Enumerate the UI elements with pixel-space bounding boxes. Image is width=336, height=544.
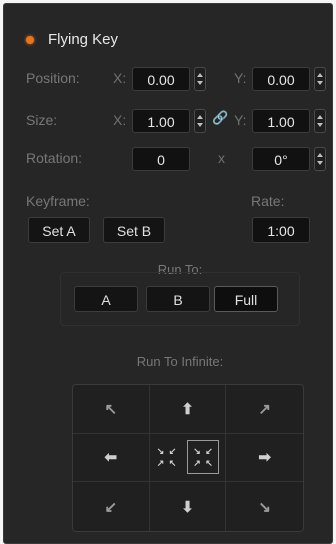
panel-header: Flying Key [26,31,118,48]
status-indicator [26,35,34,44]
down-left-arrow-icon: ↙ [104,498,118,516]
left-arrow-icon: ⬅ [104,449,118,467]
run-center-cell: ↘ ↙ ↗ ↖ ↘ ↙ ↗ ↖ [149,433,227,483]
size-x-label: X: [113,112,127,128]
panel-title: Flying Key [48,31,119,48]
run-to-infinite-grid: ↖ ⬆ ↗ ⬅ ↘ ↙ ↗ ↖ ↘ ↙ ↗ ↖ ➡ ↙ ⬇ ↘ [72,384,304,532]
size-y-label: Y: [234,112,247,128]
up-right-arrow-icon: ↗ [258,400,271,418]
run-up-left-button[interactable]: ↖ [73,385,150,434]
position-y-stepper[interactable] [314,67,326,91]
run-right-button[interactable]: ➡ [226,434,303,483]
position-x-label: X: [113,70,127,86]
run-left-button[interactable]: ⬅ [73,433,150,483]
down-arrow-icon: ⬇ [181,498,194,516]
flying-key-panel: Flying Key Position: X: 0.00 Y: 0.00 Siz… [3,3,333,544]
size-y-stepper[interactable] [314,109,326,133]
rotation-separator: x [218,150,225,166]
rotation-stepper[interactable] [314,147,326,171]
chain-link-icon[interactable]: 🔗 [212,110,228,126]
size-x-field[interactable]: 1.00 [132,109,190,133]
size-label: Size: [26,112,58,128]
run-up-button[interactable]: ⬆ [149,385,227,434]
run-to-b-button[interactable]: B [146,286,210,312]
position-label: Position: [26,70,80,86]
center-compress-icon[interactable]: ↘ ↙ ↗ ↖ [156,446,177,468]
run-up-right-button[interactable]: ↗ [226,385,303,434]
set-a-button[interactable]: Set A [28,217,90,243]
down-right-arrow-icon: ↘ [258,498,271,516]
run-to-full-button[interactable]: Full [214,286,278,312]
rate-field[interactable]: 1:00 [252,217,310,243]
rotation-field[interactable]: 0 [132,147,190,171]
position-y-field[interactable]: 0.00 [252,67,310,91]
size-x-stepper[interactable] [194,109,206,133]
run-to-a-button[interactable]: A [74,286,138,312]
rate-label: Rate: [251,193,285,209]
run-to-infinite-title: Run To Infinite: [136,354,224,369]
up-arrow-icon: ⬆ [181,400,194,418]
rotation-angle-field[interactable]: 0° [252,147,310,171]
rotation-label: Rotation: [26,150,83,166]
right-arrow-icon: ➡ [258,449,271,467]
center-button[interactable]: ↘ ↙ ↗ ↖ [186,440,219,475]
run-down-button[interactable]: ⬇ [150,482,227,531]
up-left-arrow-icon: ↖ [104,400,118,418]
position-y-label: Y: [234,70,247,86]
position-x-field[interactable]: 0.00 [132,67,190,91]
position-x-stepper[interactable] [194,67,206,91]
keyframe-label: Keyframe: [26,193,90,209]
run-down-left-button[interactable]: ↙ [73,482,150,531]
set-b-button[interactable]: Set B [103,217,165,243]
run-down-right-button[interactable]: ↘ [226,482,303,531]
size-y-field[interactable]: 1.00 [252,109,310,133]
center-icon: ↘ ↙ ↗ ↖ [193,445,213,468]
